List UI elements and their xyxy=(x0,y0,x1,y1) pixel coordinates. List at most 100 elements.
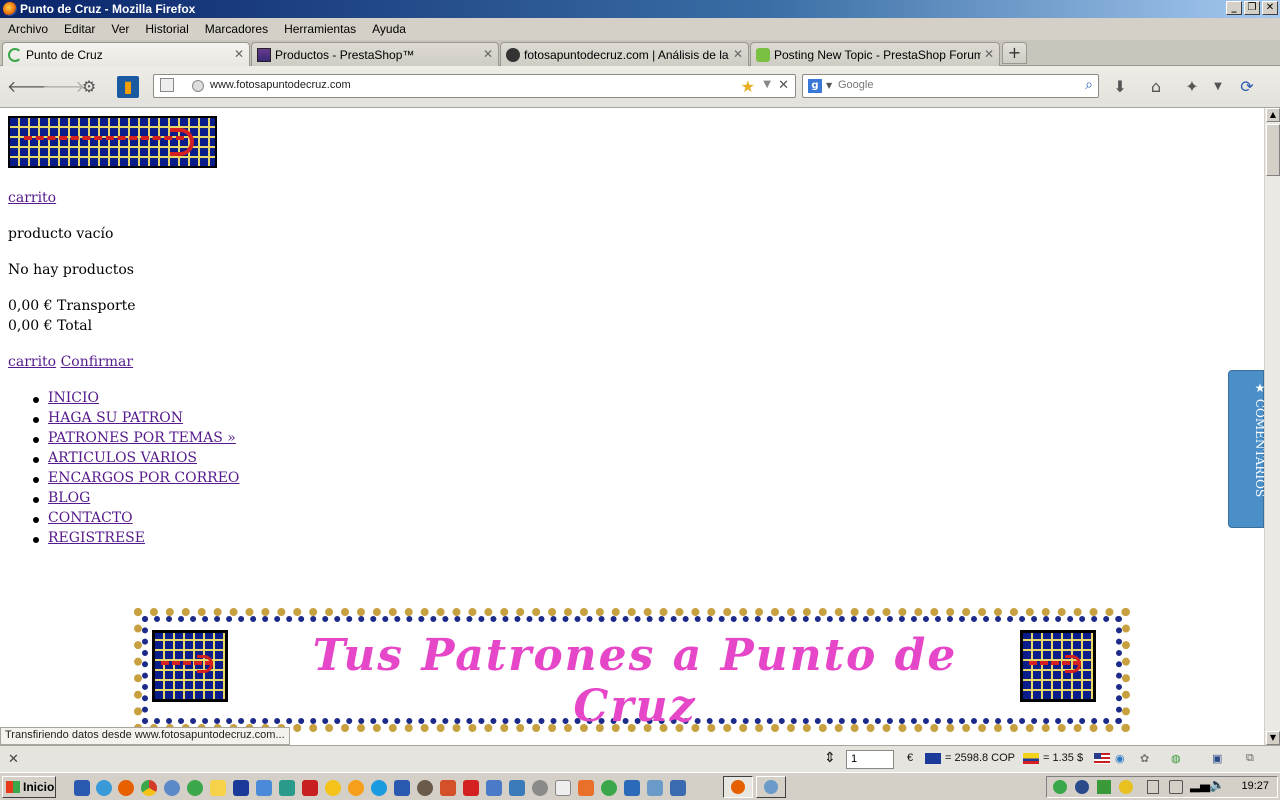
search-icon[interactable]: ⌕ xyxy=(1085,77,1093,93)
taskbar-firefox-window[interactable] xyxy=(723,776,753,798)
cart-link-2[interactable]: carrito xyxy=(8,354,56,370)
menu-editar[interactable]: Editar xyxy=(56,22,103,36)
cart-link[interactable]: carrito xyxy=(8,190,56,206)
app-icon[interactable] xyxy=(486,780,502,796)
menu-historial[interactable]: Historial xyxy=(137,22,196,36)
window-resize-icon[interactable]: ⧉ xyxy=(1246,752,1254,765)
app-icon[interactable] xyxy=(164,780,180,796)
settings-addon-icon[interactable]: ✿ xyxy=(1140,752,1149,765)
tab-productos[interactable]: Productos - PrestaShop™ ✕ xyxy=(251,42,499,66)
menu-archivo[interactable]: Archivo xyxy=(0,22,56,36)
history-dropdown-icon[interactable]: ▼ xyxy=(763,79,771,90)
skype-icon[interactable] xyxy=(371,780,387,796)
confirm-link[interactable]: Confirmar xyxy=(61,354,134,370)
start-button[interactable]: Inicio xyxy=(2,776,56,798)
menu-link-haga-su-patron[interactable]: HAGA SU PATRON xyxy=(48,410,183,426)
app-icon[interactable] xyxy=(187,780,203,796)
stop-icon[interactable]: ✕ xyxy=(778,78,789,93)
bookmark-star-icon[interactable]: ★ xyxy=(741,77,755,96)
downloads-icon[interactable]: ⬇ xyxy=(1109,76,1131,98)
messenger-icon[interactable] xyxy=(325,780,341,796)
app-icon[interactable] xyxy=(578,780,594,796)
menu-link-blog[interactable]: BLOG xyxy=(48,490,90,506)
menu-marcadores[interactable]: Marcadores xyxy=(197,22,276,36)
extension-icon[interactable]: ✦ xyxy=(1181,76,1203,98)
forward-button[interactable]: 🡒 xyxy=(42,76,85,98)
menu-link-patrones-por-temas[interactable]: PATRONES POR TEMAS » xyxy=(48,430,236,446)
internet-explorer-icon[interactable] xyxy=(96,780,112,796)
tray-icon[interactable] xyxy=(1169,780,1183,794)
app-icon[interactable] xyxy=(417,780,433,796)
new-tab-button[interactable]: + xyxy=(1002,42,1027,64)
close-addon-bar-icon[interactable]: ✕ xyxy=(8,751,19,767)
tab-groups-icon[interactable] xyxy=(160,78,174,92)
arrows-icon[interactable]: ⇕ xyxy=(824,749,836,766)
tray-icon[interactable] xyxy=(1097,780,1111,794)
close-tab-icon[interactable]: ✕ xyxy=(733,47,743,61)
back-button[interactable]: 🡐 xyxy=(7,76,50,98)
close-tab-icon[interactable]: ✕ xyxy=(234,47,244,61)
page-number-input[interactable]: 1 xyxy=(846,750,894,769)
app-icon[interactable] xyxy=(210,780,226,796)
scroll-up-icon[interactable]: ▲ xyxy=(1266,108,1280,122)
tab-forums[interactable]: Posting New Topic - PrestaShop Forums ✕ xyxy=(750,42,1000,66)
menu-link-contacto[interactable]: CONTACTO xyxy=(48,510,133,526)
home-icon[interactable]: ⌂ xyxy=(1145,76,1167,98)
app-icon[interactable] xyxy=(463,780,479,796)
google-engine-icon[interactable]: g xyxy=(808,79,822,93)
app-icon[interactable] xyxy=(555,780,571,796)
app-icon[interactable] xyxy=(348,780,364,796)
vertical-scrollbar[interactable]: ▲ ▼ xyxy=(1264,108,1280,745)
close-tab-icon[interactable]: ✕ xyxy=(483,47,493,61)
app-icon[interactable] xyxy=(394,780,410,796)
tab-punto-de-cruz[interactable]: Punto de Cruz ✕ xyxy=(2,42,250,67)
app-icon[interactable] xyxy=(256,780,272,796)
tray-icon[interactable] xyxy=(1075,780,1089,794)
filezilla-icon[interactable] xyxy=(302,780,318,796)
app-icon[interactable] xyxy=(233,780,249,796)
globe-addon-icon[interactable]: ◉ xyxy=(1115,752,1125,765)
network-icon[interactable]: ▂▄ xyxy=(1190,778,1210,793)
volume-icon[interactable]: 🔈 xyxy=(1209,778,1225,793)
app-icon[interactable] xyxy=(647,780,663,796)
site-logo[interactable] xyxy=(8,116,217,168)
taskbar-window[interactable] xyxy=(756,776,786,798)
scroll-down-icon[interactable]: ▼ xyxy=(1266,731,1280,745)
addon-icon[interactable]: ⚙ xyxy=(78,76,100,98)
menu-ver[interactable]: Ver xyxy=(103,22,137,36)
url-text[interactable]: www.fotosapuntodecruz.com xyxy=(210,79,351,91)
sync-icon[interactable]: ⟳ xyxy=(1236,76,1258,98)
minimize-button[interactable]: _ xyxy=(1226,1,1242,15)
engine-dropdown-icon[interactable]: ▼ xyxy=(826,81,832,90)
show-desktop-icon[interactable] xyxy=(74,780,90,796)
web-of-trust-icon[interactable]: ◍ xyxy=(1171,752,1181,765)
tray-icon[interactable] xyxy=(1053,780,1067,794)
app-icon[interactable] xyxy=(509,780,525,796)
menu-link-articulos-varios[interactable]: ARTICULOS VARIOS xyxy=(48,450,197,466)
menu-link-registrese[interactable]: REGISTRESE xyxy=(48,530,145,546)
chrome-icon[interactable] xyxy=(141,780,157,796)
menu-herramientas[interactable]: Herramientas xyxy=(276,22,364,36)
menu-link-inicio[interactable]: INICIO xyxy=(48,390,99,406)
app-icon[interactable] xyxy=(624,780,640,796)
tab-analisis[interactable]: fotosapuntodecruz.com | Análisis de la P… xyxy=(500,42,749,66)
menu-link-encargos-por-correo[interactable]: ENCARGOS POR CORREO xyxy=(48,470,239,486)
tray-icon[interactable] xyxy=(1119,780,1133,794)
device-icon[interactable] xyxy=(1147,780,1159,794)
comments-tab[interactable]: ★ COMENTARIOS xyxy=(1228,370,1264,528)
menu-ayuda[interactable]: Ayuda xyxy=(364,22,414,36)
close-tab-icon[interactable]: ✕ xyxy=(984,47,994,61)
search-bar[interactable]: g ▼ Google ⌕ xyxy=(802,74,1099,98)
url-bar[interactable]: www.fotosapuntodecruz.com ★ ▼ ✕ xyxy=(153,74,796,98)
restore-button[interactable]: ❐ xyxy=(1244,1,1260,15)
app-icon[interactable] xyxy=(670,780,686,796)
firefox-icon[interactable] xyxy=(118,780,134,796)
app-icon[interactable] xyxy=(279,780,295,796)
app-icon[interactable] xyxy=(601,780,617,796)
monitor-icon[interactable]: ▣ xyxy=(1212,752,1222,765)
extension-dropdown-icon[interactable]: ▼ xyxy=(1207,76,1229,98)
stats-icon[interactable]: ▮ xyxy=(117,76,139,98)
close-window-button[interactable]: ✕ xyxy=(1262,1,1278,15)
app-icon[interactable] xyxy=(532,780,548,796)
scroll-thumb[interactable] xyxy=(1266,124,1280,176)
